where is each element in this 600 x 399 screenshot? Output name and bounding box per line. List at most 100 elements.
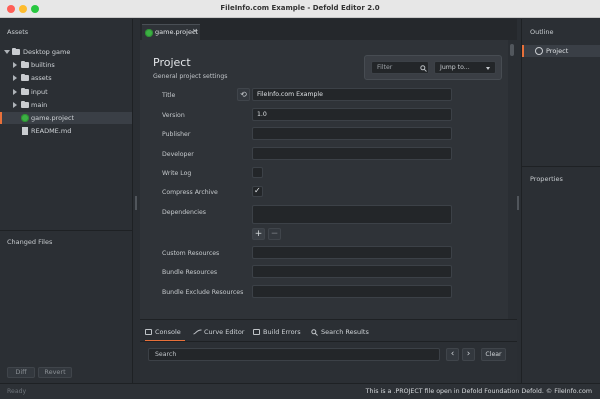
tree-item-readme[interactable]: README.md <box>0 125 132 137</box>
tab-game-project[interactable]: game.project × <box>142 24 200 40</box>
chevron-right-icon[interactable] <box>13 62 17 68</box>
tab-curve-editor[interactable]: Curve Editor <box>193 326 249 340</box>
tree-item-input[interactable]: input <box>0 86 132 98</box>
assets-panel: Assets Desktop game builtins assets inpu… <box>0 19 133 230</box>
compress-archive-checkbox[interactable]: ✓ <box>252 186 263 197</box>
bundle-resources-label: Bundle Resources <box>162 269 218 276</box>
console-search-input[interactable]: Search <box>148 348 440 361</box>
filter-input[interactable]: Filter <box>371 61 429 74</box>
filter-placeholder: Filter <box>377 64 393 71</box>
tab-search-results[interactable]: Search Results <box>311 326 371 340</box>
close-tab-icon[interactable]: × <box>192 27 198 35</box>
dependencies-list[interactable] <box>252 205 452 224</box>
outline-item-label: Project <box>546 47 569 55</box>
publisher-field[interactable] <box>252 127 452 140</box>
chevron-right-icon[interactable] <box>13 75 17 81</box>
remove-dependency-button[interactable]: − <box>268 228 281 240</box>
outline-item-project[interactable]: Project <box>522 45 600 57</box>
tree-item-label: builtins <box>31 61 55 69</box>
tree-item-label: assets <box>31 74 52 82</box>
developer-field[interactable] <box>252 147 452 160</box>
scrollbar-thumb[interactable] <box>510 44 514 56</box>
outline-header: Outline <box>530 28 554 36</box>
tree-item-desktop-game[interactable]: Desktop game <box>0 46 132 58</box>
properties-panel: Properties <box>521 166 600 383</box>
changed-files-header: Changed Files <box>7 238 53 246</box>
tree-item-label: Desktop game <box>23 48 71 56</box>
write-log-label: Write Log <box>162 170 192 177</box>
folder-icon <box>21 100 29 108</box>
selection-indicator <box>0 112 2 124</box>
right-splitter-handle[interactable] <box>517 196 519 210</box>
editor-scrollbar[interactable] <box>508 40 517 319</box>
page-subtitle: General project settings <box>153 73 228 80</box>
reset-icon[interactable]: ⟲ <box>237 88 250 101</box>
add-dependency-button[interactable]: + <box>252 228 265 240</box>
dependencies-label: Dependencies <box>162 209 207 216</box>
filter-jump-toolbar: Filter Jump to... <box>364 55 502 80</box>
selection-indicator <box>522 45 524 57</box>
chevron-down-icon[interactable] <box>4 50 10 54</box>
status-text: Ready <box>7 388 27 395</box>
properties-header: Properties <box>530 175 563 183</box>
tab-label: Console <box>155 328 181 336</box>
tab-console[interactable]: Console <box>145 326 185 342</box>
file-icon <box>22 127 28 135</box>
title-label: Title <box>162 92 176 99</box>
tree-item-label: main <box>31 101 48 109</box>
compress-archive-label: Compress Archive <box>162 189 218 196</box>
left-splitter-handle[interactable] <box>135 196 137 210</box>
folder-icon <box>12 47 20 55</box>
project-gear-icon <box>145 29 153 37</box>
editor-tab-strip: game.project × <box>140 19 517 40</box>
tree-item-game-project[interactable]: game.project <box>0 112 132 124</box>
revert-button[interactable]: Revert <box>38 367 72 378</box>
title-value: FileInfo.com Example <box>257 91 323 98</box>
tree-item-label: input <box>31 88 48 96</box>
bundle-exclude-resources-label: Bundle Exclude Resources <box>162 289 244 296</box>
build-errors-icon <box>253 329 260 335</box>
console-icon <box>145 329 152 335</box>
chevron-right-icon[interactable] <box>13 102 17 108</box>
tab-build-errors[interactable]: Build Errors <box>253 326 303 340</box>
search-icon <box>311 328 318 336</box>
project-gear-icon <box>21 114 29 122</box>
jump-to-select[interactable]: Jump to... <box>434 61 496 74</box>
bundle-resources-field[interactable] <box>252 265 452 278</box>
tab-label: Curve Editor <box>204 328 245 336</box>
changed-files-panel: Changed Files Diff Revert <box>0 230 133 383</box>
custom-resources-label: Custom Resources <box>162 250 220 257</box>
tab-label: Search Results <box>321 328 369 336</box>
publisher-label: Publisher <box>162 131 191 138</box>
console-divider <box>140 341 517 342</box>
clear-button[interactable]: Clear <box>481 348 506 361</box>
version-field[interactable]: 1.0 <box>252 108 452 121</box>
version-value: 1.0 <box>257 111 267 118</box>
version-label: Version <box>162 112 185 119</box>
tree-item-label: game.project <box>31 114 75 122</box>
tab-label: Build Errors <box>263 328 301 336</box>
custom-resources-field[interactable] <box>252 246 452 259</box>
folder-icon <box>21 60 29 68</box>
jump-to-label: Jump to... <box>440 64 470 71</box>
tree-item-main[interactable]: main <box>0 99 132 111</box>
folder-icon <box>21 87 29 95</box>
window-title: FileInfo.com Example - Defold Editor 2.0 <box>220 4 380 12</box>
window-titlebar: FileInfo.com Example - Defold Editor 2.0 <box>0 0 600 18</box>
diff-button[interactable]: Diff <box>7 367 35 378</box>
status-bar: Ready This is a .PROJECT file open in De… <box>0 383 600 399</box>
tree-item-label: README.md <box>31 127 72 135</box>
check-icon: ✓ <box>254 186 261 195</box>
search-icon <box>420 65 427 72</box>
page-title: Project <box>153 56 191 69</box>
assets-header: Assets <box>7 28 29 36</box>
tree-item-builtins[interactable]: builtins <box>0 59 132 71</box>
write-log-checkbox[interactable] <box>252 167 263 178</box>
previous-match-button[interactable]: ‹ <box>446 348 459 361</box>
bundle-exclude-resources-field[interactable] <box>252 285 452 298</box>
title-field[interactable]: FileInfo.com Example <box>252 88 452 101</box>
next-match-button[interactable]: › <box>462 348 475 361</box>
tree-item-assets[interactable]: assets <box>0 72 132 84</box>
outline-panel: Outline Project <box>521 19 600 166</box>
chevron-right-icon[interactable] <box>13 89 17 95</box>
